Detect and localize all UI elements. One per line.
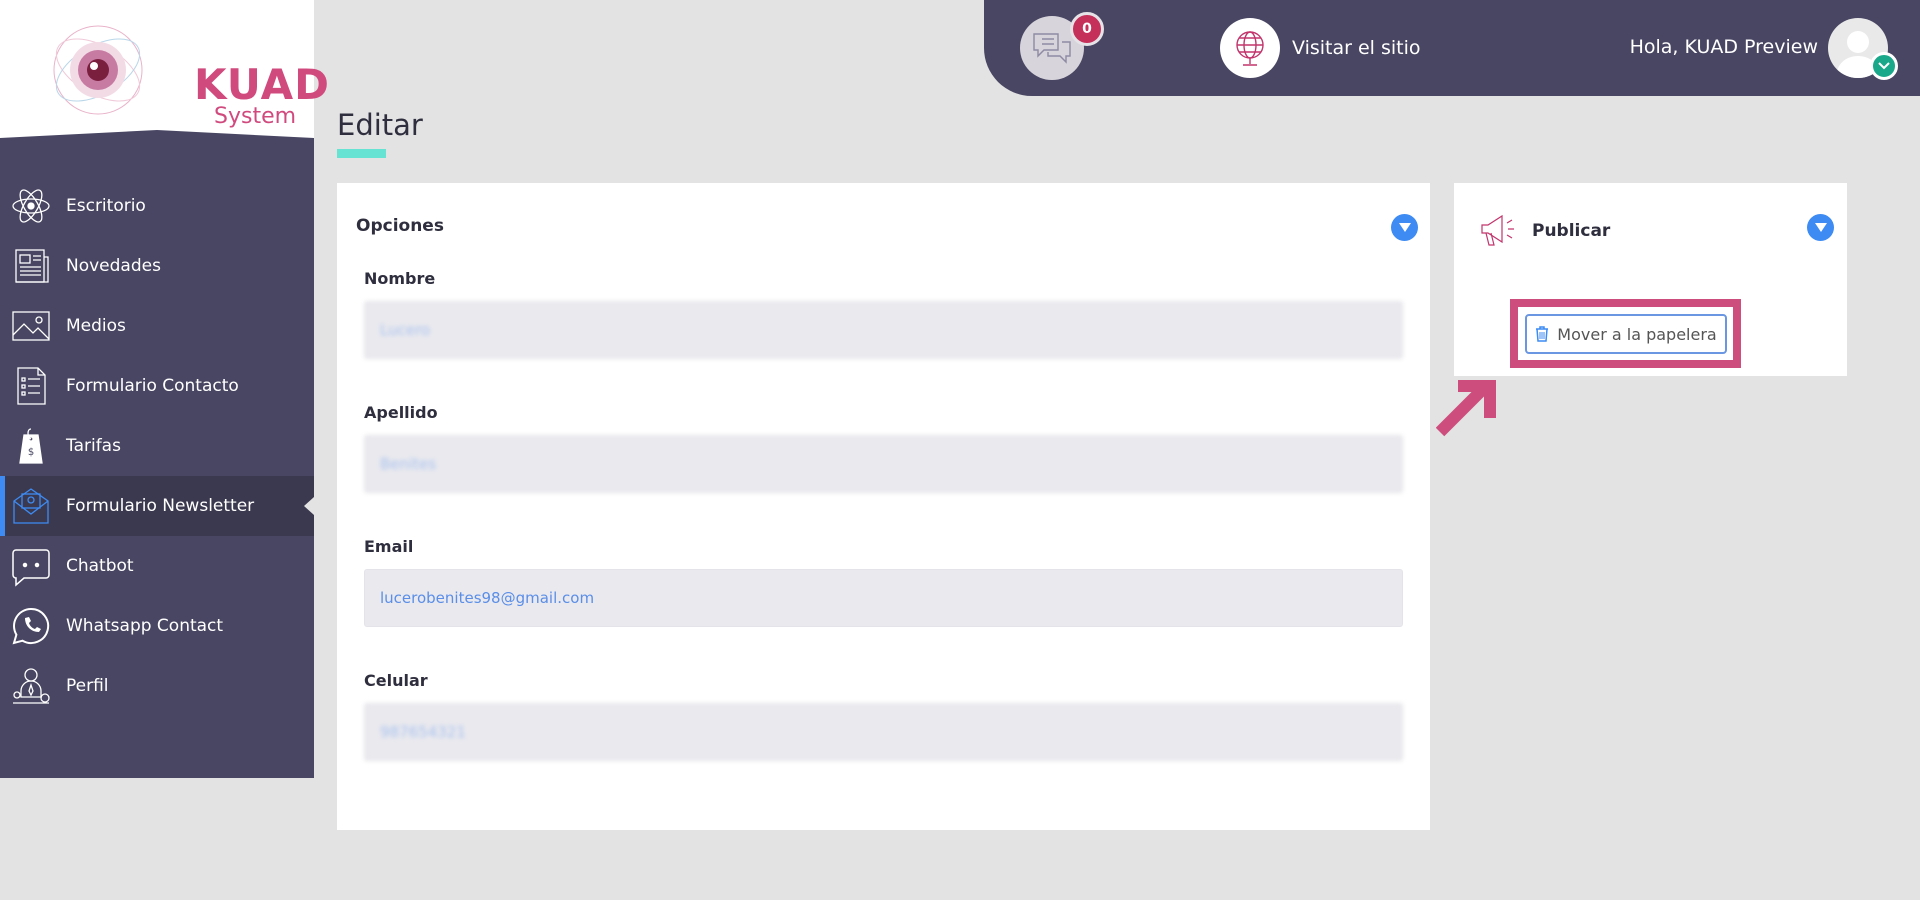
sidebar: KUAD System Escritorio Novedades Medios: [0, 0, 329, 778]
email-input[interactable]: [364, 569, 1403, 627]
move-to-trash-label: Mover a la papelera: [1557, 324, 1717, 344]
email-label: Email: [364, 537, 414, 556]
chatbot-icon: [8, 543, 54, 589]
form-icon: [8, 363, 54, 409]
move-to-trash-button[interactable]: Mover a la papelera: [1525, 314, 1727, 354]
svg-text:$: $: [28, 447, 34, 458]
options-card-title: Opciones: [356, 216, 444, 236]
apellido-label: Apellido: [364, 403, 438, 422]
notification-badge: 0: [1070, 12, 1104, 46]
profile-icon: [8, 663, 54, 709]
celular-label: Celular: [364, 671, 428, 690]
sidebar-item-label: Tarifas: [66, 436, 121, 456]
sidebar-item-label: Whatsapp Contact: [66, 616, 224, 636]
topbar: 0 Visitar el sitio Hola, KUAD Preview: [984, 0, 1920, 96]
title-underline: [337, 149, 386, 158]
collapse-toggle-icon[interactable]: [1807, 214, 1834, 241]
sidebar-item-medios[interactable]: Medios: [0, 296, 314, 356]
sidebar-item-escritorio[interactable]: Escritorio: [0, 176, 314, 236]
newspaper-icon: [8, 243, 54, 289]
nombre-input[interactable]: [364, 301, 1403, 359]
sidebar-item-whatsapp-contact[interactable]: Whatsapp Contact: [0, 596, 314, 656]
sidebar-item-perfil[interactable]: Perfil: [0, 656, 314, 716]
chat-bubbles-icon: [1033, 33, 1071, 64]
atom-icon: [8, 183, 54, 229]
sidebar-item-label: Formulario Newsletter: [66, 496, 255, 516]
sidebar-item-label: Formulario Contacto: [66, 376, 239, 396]
sidebar-item-formulario-contacto[interactable]: Formulario Contacto: [0, 356, 314, 416]
logo-brand: KUAD: [194, 60, 330, 109]
sidebar-item-tarifas[interactable]: $ Tarifas: [0, 416, 314, 476]
logo-area: KUAD System: [0, 0, 329, 142]
image-icon: [8, 303, 54, 349]
options-card: Opciones Nombre Apellido Email Celular: [337, 183, 1430, 830]
kuad-logo[interactable]: KUAD System: [50, 18, 329, 128]
sidebar-nav: Escritorio Novedades Medios Formulario C…: [0, 176, 314, 716]
sidebar-item-formulario-newsletter[interactable]: Formulario Newsletter: [0, 476, 314, 536]
sidebar-item-label: Novedades: [66, 256, 161, 276]
nombre-label: Nombre: [364, 269, 436, 288]
user-greeting[interactable]: Hola, KUAD Preview: [1630, 36, 1818, 58]
celular-input[interactable]: [364, 703, 1403, 761]
publish-card-title: Publicar: [1532, 221, 1611, 241]
price-tag-icon: $: [8, 423, 54, 469]
sidebar-item-label: Chatbot: [66, 556, 134, 576]
sidebar-item-label: Perfil: [66, 676, 109, 696]
visit-site-label: Visitar el sitio: [1292, 37, 1421, 59]
globe-icon: [1220, 18, 1280, 78]
visit-site-link[interactable]: Visitar el sitio: [1220, 18, 1421, 78]
trash-icon: [1536, 326, 1549, 342]
sidebar-item-chatbot[interactable]: Chatbot: [0, 536, 314, 596]
sidebar-item-label: Medios: [66, 316, 126, 336]
chevron-down-icon[interactable]: [1870, 52, 1898, 80]
logo-sub: System: [214, 104, 297, 129]
pointer-arrow-icon: [1436, 380, 1496, 437]
sidebar-item-novedades[interactable]: Novedades: [0, 236, 314, 296]
whatsapp-icon: [8, 603, 54, 649]
mail-icon: [8, 483, 54, 529]
page-title: Editar: [337, 108, 423, 142]
apellido-input[interactable]: [364, 435, 1403, 493]
collapse-toggle-icon[interactable]: [1391, 214, 1418, 241]
megaphone-icon: [1478, 209, 1520, 251]
sidebar-item-label: Escritorio: [66, 196, 146, 216]
